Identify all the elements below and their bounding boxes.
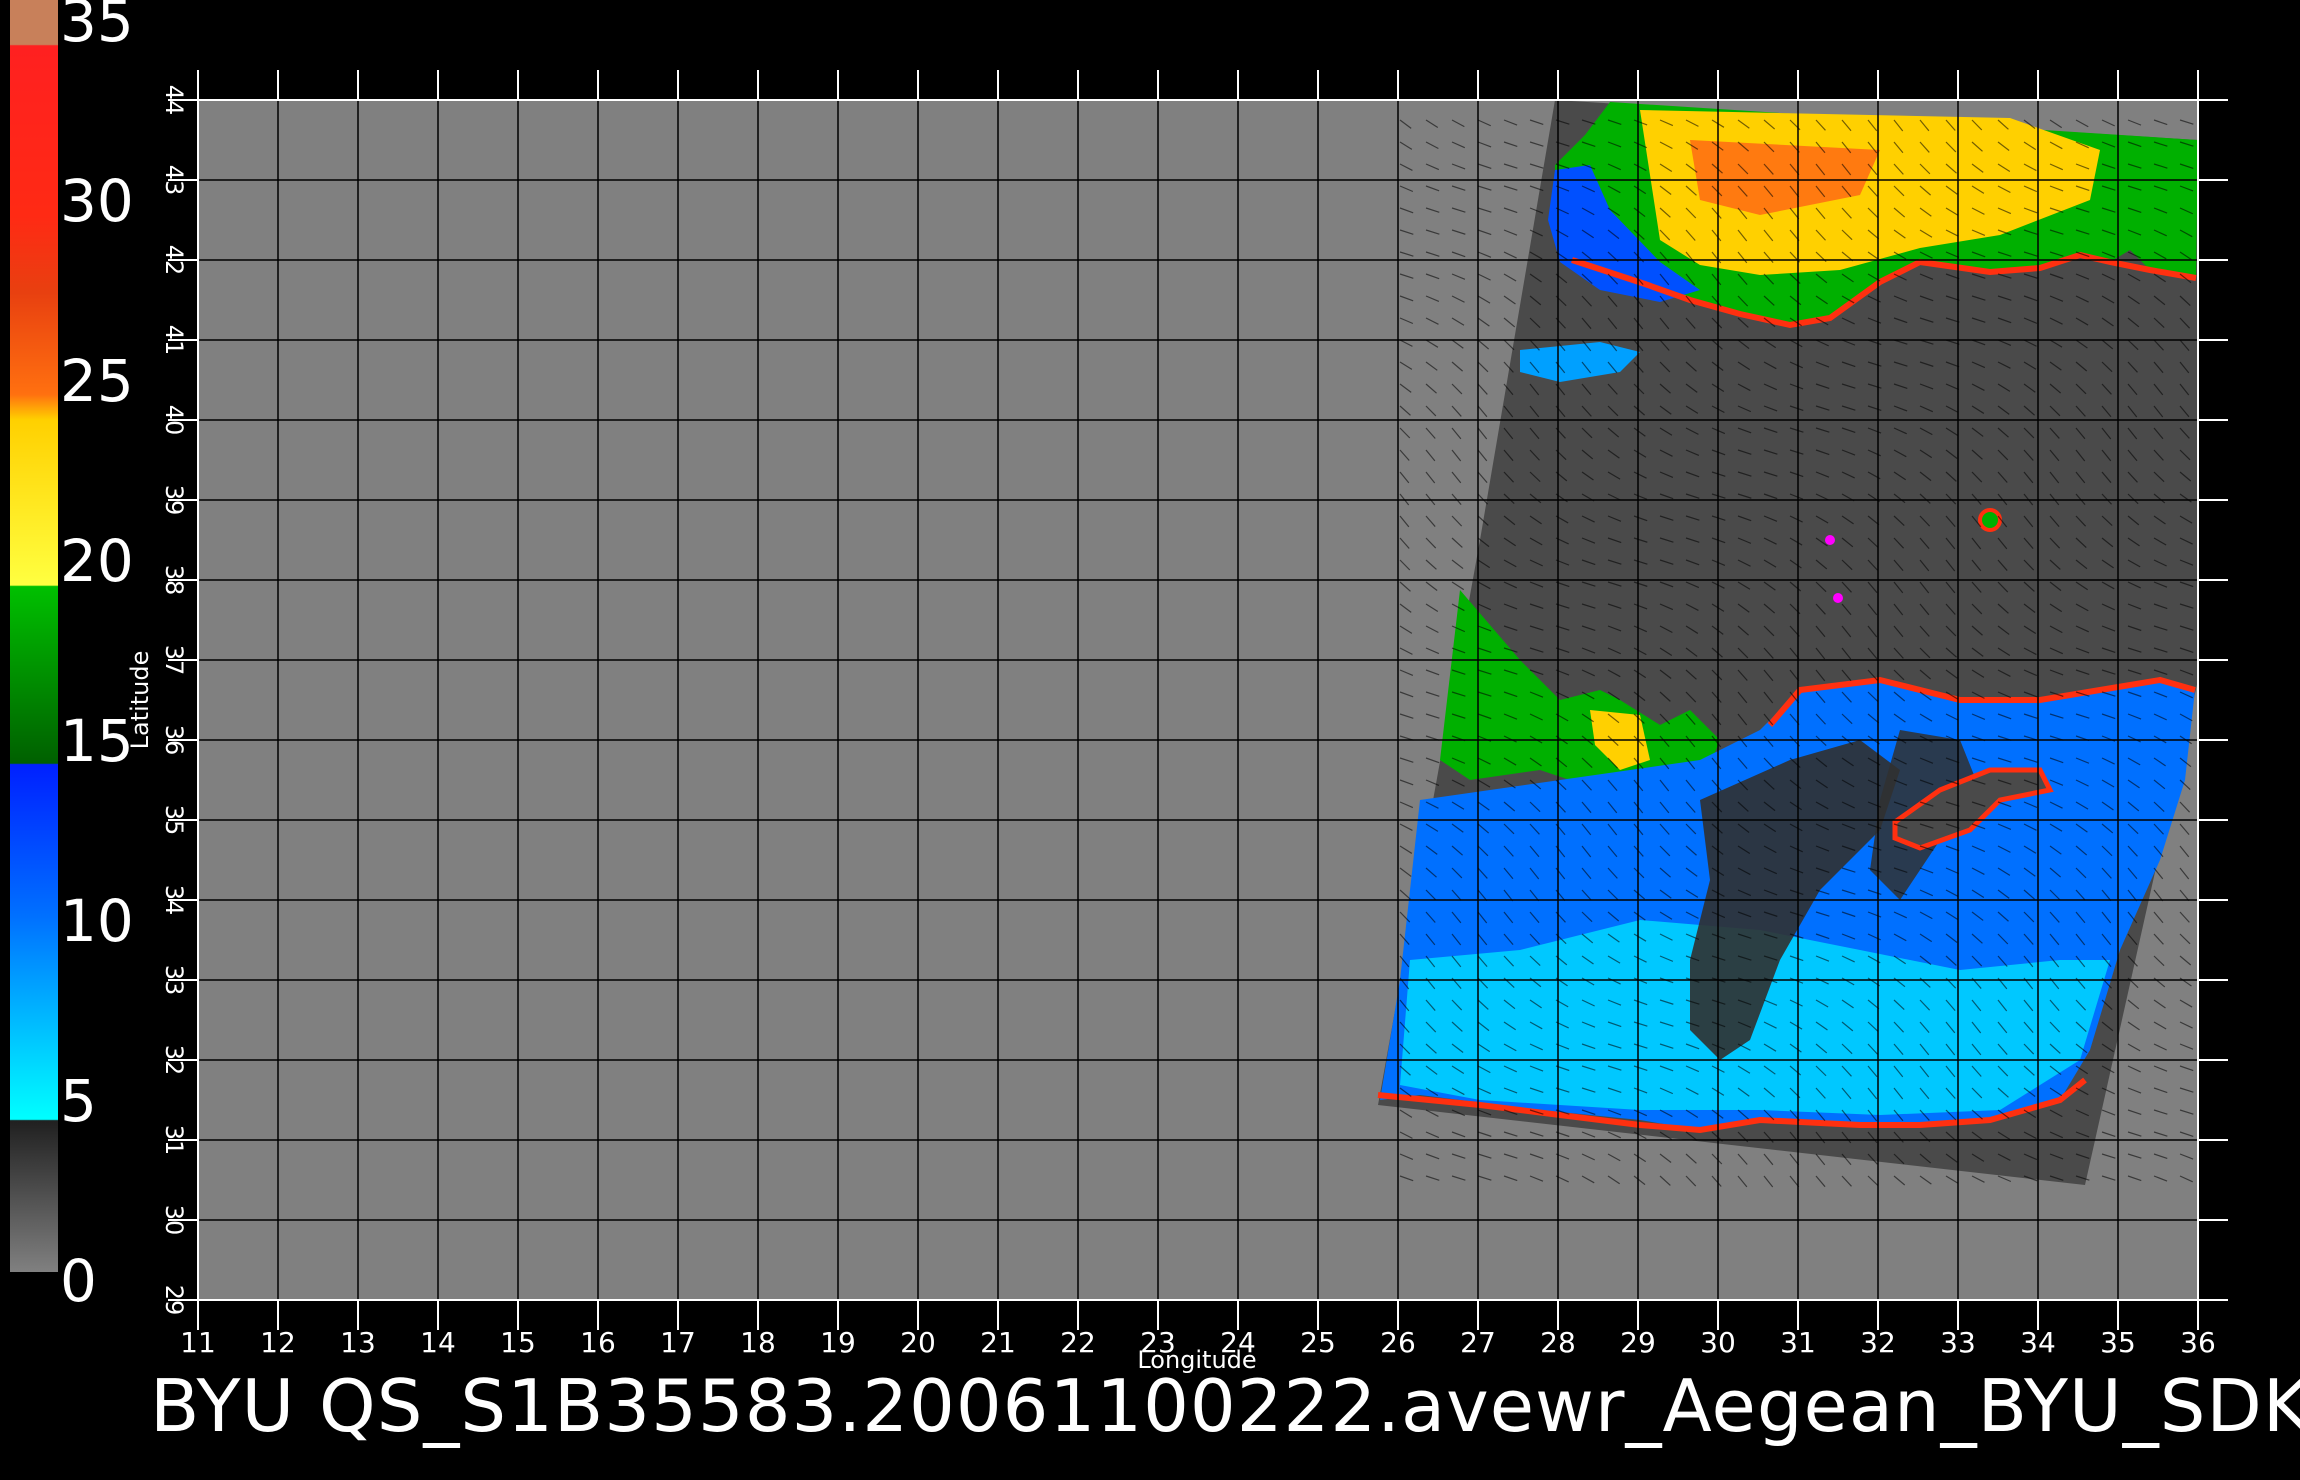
x-tick-label: 16 <box>580 1326 616 1359</box>
x-tick-label: 22 <box>1060 1326 1096 1359</box>
x-tick-label: 11 <box>180 1326 216 1359</box>
x-tick-label: 30 <box>1700 1326 1736 1359</box>
x-tick-label: 27 <box>1460 1326 1496 1359</box>
y-tick-label: 30 <box>160 1205 188 1236</box>
x-tick-label: 26 <box>1380 1326 1416 1359</box>
x-tick-label: 32 <box>1860 1326 1896 1359</box>
x-tick-label: 31 <box>1780 1326 1816 1359</box>
y-tick-label: 37 <box>160 645 188 676</box>
island-marker <box>1978 508 2002 532</box>
x-tick-label: 13 <box>340 1326 376 1359</box>
x-tick-label: 35 <box>2100 1326 2136 1359</box>
y-tick-label: 40 <box>160 405 188 436</box>
y-axis-label: Latitude <box>126 651 154 750</box>
x-tick-label: 14 <box>420 1326 456 1359</box>
x-tick-label: 19 <box>820 1326 856 1359</box>
x-tick-label: 21 <box>980 1326 1016 1359</box>
island-marker <box>1825 535 1835 545</box>
x-tick-label: 15 <box>500 1326 536 1359</box>
x-tick-label: 33 <box>1940 1326 1976 1359</box>
y-tick-label: 33 <box>160 965 188 996</box>
y-tick-label: 38 <box>160 565 188 596</box>
y-tick-label: 31 <box>160 1125 188 1156</box>
x-tick-label: 25 <box>1300 1326 1336 1359</box>
y-tick-label: 42 <box>160 245 188 276</box>
image-caption: BYU QS_S1B35583.20061100222.avewr_Aegean… <box>150 1364 2300 1448</box>
y-tick-label: 32 <box>160 1045 188 1076</box>
y-tick-label: 41 <box>160 325 188 356</box>
y-tick-label: 39 <box>160 485 188 516</box>
y-tick-label: 35 <box>160 805 188 836</box>
y-tick-label: 43 <box>160 165 188 196</box>
x-tick-label: 28 <box>1540 1326 1576 1359</box>
y-tick-label: 44 <box>160 85 188 116</box>
y-tick-label: 29 <box>160 1285 188 1316</box>
x-tick-label: 36 <box>2180 1326 2216 1359</box>
y-tick-label: 36 <box>160 725 188 756</box>
wind-map: 11 12 13 14 15 16 17 18 19 20 21 22 23 24 25 26 27 28 29 30… <box>126 70 2228 1374</box>
x-tick-label: 20 <box>900 1326 936 1359</box>
x-tick-label: 18 <box>740 1326 776 1359</box>
x-tick-label: 17 <box>660 1326 696 1359</box>
island-marker <box>1833 593 1843 603</box>
x-tick-label: 12 <box>260 1326 296 1359</box>
x-tick-label: 29 <box>1620 1326 1656 1359</box>
y-tick-label: 34 <box>160 885 188 916</box>
x-tick-label: 34 <box>2020 1326 2056 1359</box>
